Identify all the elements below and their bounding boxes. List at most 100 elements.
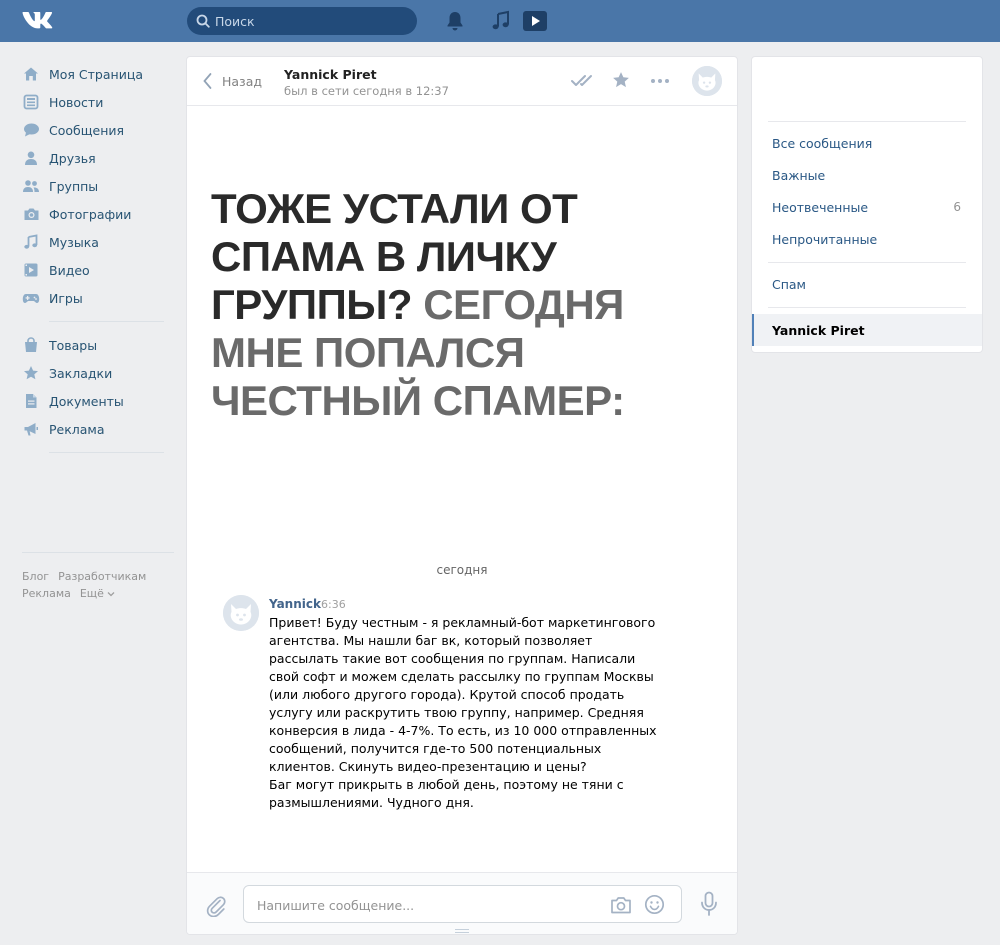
camera-icon[interactable]	[610, 895, 632, 915]
sidebar-item-my-page[interactable]: Моя Страница	[22, 60, 172, 88]
sidebar-item-label: Документы	[49, 393, 124, 409]
sidebar-item-news[interactable]: Новости	[22, 88, 172, 116]
sidebar-item-games[interactable]: Игры	[22, 284, 172, 312]
sidebar-footer: Блог Разработчикам Реклама Ещё	[22, 552, 174, 604]
sidebar-item-label: Музыка	[49, 234, 99, 250]
sidebar-item-label: Видео	[49, 262, 90, 278]
chat-panel: Назад Yannick Piret был в сети сегодня в…	[186, 56, 738, 935]
sidebar-item-label: Товары	[49, 337, 98, 353]
footer-link-developers[interactable]: Разработчикам	[58, 570, 146, 583]
message-avatar[interactable]	[223, 595, 259, 631]
shopping-bag-icon	[22, 336, 40, 354]
sidebar-item-video[interactable]: Видео	[22, 256, 172, 284]
message-input-box[interactable]	[243, 885, 682, 923]
sidebar-item-bookmarks[interactable]: Закладки	[22, 359, 172, 387]
message-author[interactable]: Yannick	[269, 597, 321, 611]
message-text: Привет! Буду честным - я рекламный-бот м…	[269, 614, 664, 812]
chevron-left-icon	[203, 73, 212, 89]
double-check-icon[interactable]	[571, 74, 597, 88]
filters-divider	[768, 262, 966, 263]
sidebar-item-label: Закладки	[49, 365, 113, 381]
resize-grip[interactable]	[455, 929, 469, 933]
bell-icon[interactable]	[445, 10, 465, 32]
filters-divider	[768, 307, 966, 308]
compose-bar	[187, 872, 737, 934]
more-options-icon[interactable]	[650, 78, 670, 84]
conversation-yannick-piret[interactable]: Yannick Piret	[752, 314, 982, 346]
filter-all-messages[interactable]: Все сообщения	[752, 127, 982, 159]
chat-bubble-icon	[22, 121, 40, 139]
sidebar-divider	[49, 452, 164, 453]
music-note-icon	[22, 233, 40, 251]
filter-unanswered[interactable]: Неотвеченные 6	[752, 191, 982, 223]
person-icon	[22, 149, 40, 167]
peer-name[interactable]: Yannick Piret	[284, 67, 377, 82]
filter-label: Неотвеченные	[772, 199, 869, 215]
footer-link-more[interactable]: Ещё	[80, 587, 115, 600]
camera-icon	[22, 205, 40, 223]
filter-label: Все сообщения	[772, 135, 873, 151]
message-time[interactable]: 6:36	[321, 598, 346, 611]
sidebar-item-label: Моя Страница	[49, 66, 143, 82]
filter-label: Важные	[772, 167, 826, 183]
film-icon	[22, 261, 40, 279]
sidebar-divider	[49, 321, 164, 322]
top-bar	[0, 0, 1000, 42]
sidebar-item-label: Фотографии	[49, 206, 132, 222]
people-icon	[22, 177, 40, 195]
chevron-down-icon	[107, 592, 115, 597]
home-icon	[22, 65, 40, 83]
message-paragraph: Баг могут прикрыть в любой день, поэтому…	[269, 777, 624, 810]
search-box[interactable]	[187, 7, 417, 35]
music-note-icon[interactable]	[491, 10, 511, 32]
left-sidebar: Моя Страница Новости Сообщения Друзья Гр…	[22, 60, 172, 462]
sidebar-item-label: Группы	[49, 178, 99, 194]
microphone-icon[interactable]	[699, 891, 719, 917]
sidebar-item-label: Игры	[49, 290, 83, 306]
back-label: Назад	[222, 73, 263, 89]
peer-avatar[interactable]	[692, 66, 722, 96]
sidebar-item-label: Новости	[49, 94, 104, 110]
sidebar-item-label: Друзья	[49, 150, 96, 166]
sidebar-item-label: Сообщения	[49, 122, 125, 138]
star-icon	[22, 364, 40, 382]
message-input[interactable]	[257, 895, 587, 915]
filter-count: 6	[953, 200, 961, 214]
conversation-label: Yannick Piret	[772, 322, 865, 338]
peer-status: был в сети сегодня в 12:37	[284, 84, 449, 98]
chat-header: Назад Yannick Piret был в сети сегодня в…	[187, 57, 737, 106]
news-icon	[22, 93, 40, 111]
emoji-icon[interactable]	[644, 894, 665, 915]
vk-logo-icon[interactable]	[22, 9, 56, 31]
search-icon	[196, 14, 210, 28]
sidebar-item-messages[interactable]: Сообщения	[22, 116, 172, 144]
sidebar-item-groups[interactable]: Группы	[22, 172, 172, 200]
sidebar-item-label: Реклама	[49, 421, 105, 437]
day-separator: сегодня	[436, 563, 488, 577]
search-input[interactable]	[215, 11, 410, 31]
footer-more-label: Ещё	[79, 587, 104, 600]
filter-label: Спам	[772, 276, 806, 292]
headline-overlay: ТОЖЕ УСТАЛИ ОТ СПАМА В ЛИЧКУ ГРУППЫ? СЕГ…	[211, 185, 721, 425]
sidebar-item-photos[interactable]: Фотографии	[22, 200, 172, 228]
default-avatar-icon	[223, 595, 259, 631]
filter-label: Непрочитанные	[772, 231, 878, 247]
message-paragraph: Привет! Буду честным - я рекламный-бот м…	[269, 615, 657, 774]
filter-spam[interactable]: Спам	[752, 268, 982, 300]
gamepad-icon	[22, 289, 40, 307]
sidebar-item-friends[interactable]: Друзья	[22, 144, 172, 172]
filters-divider	[768, 121, 966, 122]
sidebar-item-documents[interactable]: Документы	[22, 387, 172, 415]
sidebar-item-ads[interactable]: Реклама	[22, 415, 172, 443]
sidebar-item-goods[interactable]: Товары	[22, 331, 172, 359]
message-filters-panel: Все сообщения Важные Неотвеченные 6 Непр…	[751, 56, 983, 353]
paperclip-icon[interactable]	[205, 895, 227, 917]
star-icon[interactable]	[612, 71, 630, 89]
footer-link-ads[interactable]: Реклама	[22, 587, 71, 600]
video-play-icon[interactable]	[522, 10, 548, 32]
footer-link-blog[interactable]: Блог	[22, 570, 49, 583]
back-button[interactable]: Назад	[203, 72, 262, 90]
sidebar-item-music[interactable]: Музыка	[22, 228, 172, 256]
filter-unread[interactable]: Непрочитанные	[752, 223, 982, 255]
filter-important[interactable]: Важные	[752, 159, 982, 191]
